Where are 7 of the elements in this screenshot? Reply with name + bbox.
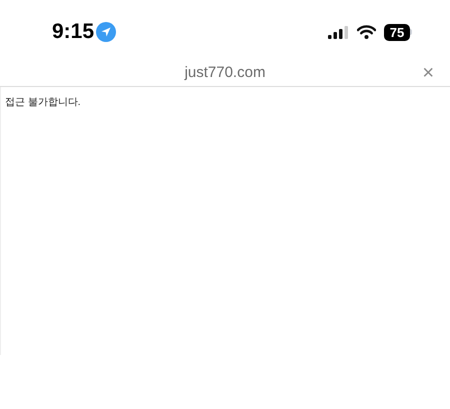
wifi-icon	[357, 25, 376, 39]
clock-time: 9:15	[52, 19, 94, 46]
close-button[interactable]: ×	[422, 63, 434, 83]
access-denied-message: 접근 불가합니다.	[5, 97, 81, 108]
signal-icon	[328, 26, 349, 38]
url-text: just770.com	[184, 62, 266, 83]
battery-indicator: 75	[384, 24, 412, 40]
